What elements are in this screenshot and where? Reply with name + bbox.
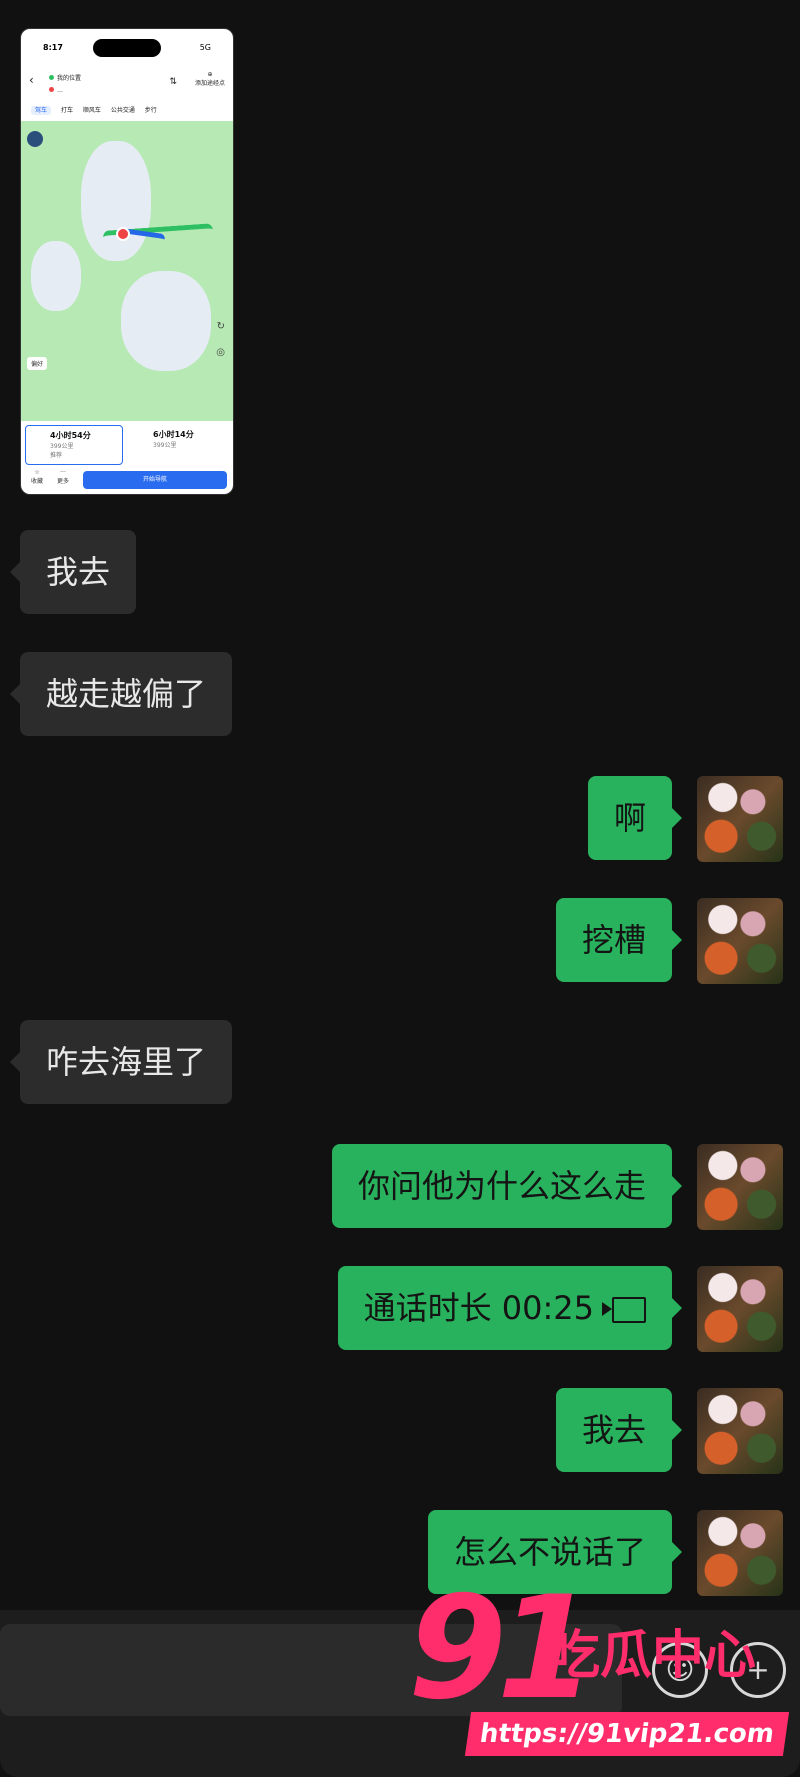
start-navigation-button: 开始导航	[83, 471, 227, 489]
more-label: 更多	[57, 478, 70, 485]
bubble-tail	[672, 1542, 682, 1562]
network-indicator: 5G	[199, 43, 211, 52]
call-duration-text: 通话时长 00:25	[363, 1289, 594, 1327]
swap-icon: ⇅	[169, 77, 177, 87]
message-incoming: 咋去海里了	[0, 1020, 800, 1104]
video-call-icon	[602, 1297, 646, 1323]
message-outgoing: 你问他为什么这么走	[0, 1144, 800, 1230]
route-panel: ‹ 我的位置 … ⇅ ⊕ 添加途经点 驾车 打车 顺风车 公共交通 步行	[21, 65, 233, 121]
message-outgoing-call: 通话时长 00:25	[0, 1266, 800, 1352]
message-incoming: 越走越偏了	[0, 652, 800, 736]
bubble-tail	[10, 562, 20, 582]
message-incoming: 我去	[0, 530, 800, 614]
route-plans: 4小时54分 399公里 推荐 6小时14分 399公里	[21, 421, 233, 465]
avatar[interactable]	[697, 1266, 783, 1352]
mode-taxi: 打车	[60, 107, 73, 114]
status-time: 8:17	[43, 43, 63, 52]
plan-distance: 399公里	[50, 443, 74, 450]
avatar[interactable]	[697, 1388, 783, 1474]
dynamic-island	[93, 39, 161, 57]
screenshot-bottom-bar: ☆ 收藏 ··· 更多 开始导航	[21, 467, 233, 494]
refresh-icon: ↻	[216, 321, 225, 332]
preference-button: 偏好	[27, 357, 48, 370]
map-terrain	[81, 141, 151, 261]
add-waypoint-icon: ⊕	[207, 71, 213, 78]
add-waypoint-label: 添加途经点	[194, 80, 225, 87]
plan-duration: 6小时14分	[153, 430, 194, 439]
location-pin-icon	[116, 227, 130, 241]
route-to-label: …	[57, 87, 63, 94]
message-outgoing: 挖槽	[0, 898, 800, 984]
mode-transit: 公共交通	[110, 107, 135, 114]
bubble-tail	[10, 1052, 20, 1072]
plan-duration: 4小时54分	[50, 431, 91, 440]
favorite-label: 收藏	[31, 478, 44, 485]
message-bubble[interactable]: 越走越偏了	[20, 652, 233, 736]
more-icon: ···	[60, 469, 66, 476]
bubble-tail	[10, 684, 20, 704]
message-bubble[interactable]: 啊	[587, 776, 672, 860]
bubble-tail	[672, 1420, 682, 1440]
chat-screen: 8:17 5G ‹ 我的位置 … ⇅ ⊕ 添加途经点 驾车 打车 顺风车 公共交…	[0, 0, 800, 1777]
plan-distance: 399公里	[153, 442, 177, 449]
mode-drive: 驾车	[31, 106, 52, 115]
plan-tag: 推荐	[50, 452, 63, 459]
map-terrain	[121, 271, 211, 371]
route-plan-2: 6小时14分 399公里	[129, 425, 225, 463]
message-outgoing: 我去	[0, 1388, 800, 1474]
compass-icon	[27, 131, 43, 147]
avatar[interactable]	[697, 898, 783, 984]
mode-carpool: 顺风车	[82, 107, 101, 114]
message-bubble[interactable]: 我去	[555, 1388, 672, 1472]
route-from-label: 我的位置	[57, 75, 82, 82]
locate-icon: ◎	[216, 347, 225, 358]
watermark-url: https://91vip21.com	[464, 1712, 790, 1756]
avatar[interactable]	[697, 1144, 783, 1230]
bubble-tail	[672, 808, 682, 828]
star-icon: ☆	[34, 469, 40, 476]
map-terrain	[31, 241, 81, 311]
message-bubble[interactable]: 我去	[20, 530, 137, 614]
bubble-tail	[672, 1176, 682, 1196]
message-bubble[interactable]: 咋去海里了	[20, 1020, 233, 1104]
back-icon: ‹	[29, 73, 34, 87]
avatar[interactable]	[697, 1510, 783, 1596]
message-outgoing: 怎么不说话了	[0, 1510, 800, 1596]
favorite: ☆ 收藏	[31, 469, 43, 485]
route-from: 我的位置	[49, 73, 81, 82]
message-outgoing: 啊	[0, 776, 800, 862]
watermark-text: 吃瓜中心	[548, 1626, 757, 1686]
route-plan-1: 4小时54分 399公里 推荐	[25, 425, 123, 465]
more: ··· 更多	[57, 469, 69, 485]
call-record-bubble[interactable]: 通话时长 00:25	[337, 1266, 672, 1350]
message-bubble[interactable]: 挖槽	[555, 898, 672, 982]
shared-map-screenshot[interactable]: 8:17 5G ‹ 我的位置 … ⇅ ⊕ 添加途经点 驾车 打车 顺风车 公共交…	[20, 28, 234, 495]
message-bubble[interactable]: 你问他为什么这么走	[331, 1144, 672, 1228]
screenshot-status-bar: 8:17 5G	[21, 29, 233, 65]
bubble-tail	[672, 930, 682, 950]
travel-mode-tabs: 驾车 打车 顺风车 公共交通 步行	[31, 105, 165, 115]
map-view: ↻ ◎ 偏好	[21, 121, 233, 421]
bubble-tail	[672, 1298, 682, 1318]
avatar[interactable]	[697, 776, 783, 862]
mode-walk: 步行	[144, 107, 157, 114]
add-waypoint: ⊕ 添加途经点	[195, 71, 225, 87]
route-to: …	[49, 87, 63, 94]
